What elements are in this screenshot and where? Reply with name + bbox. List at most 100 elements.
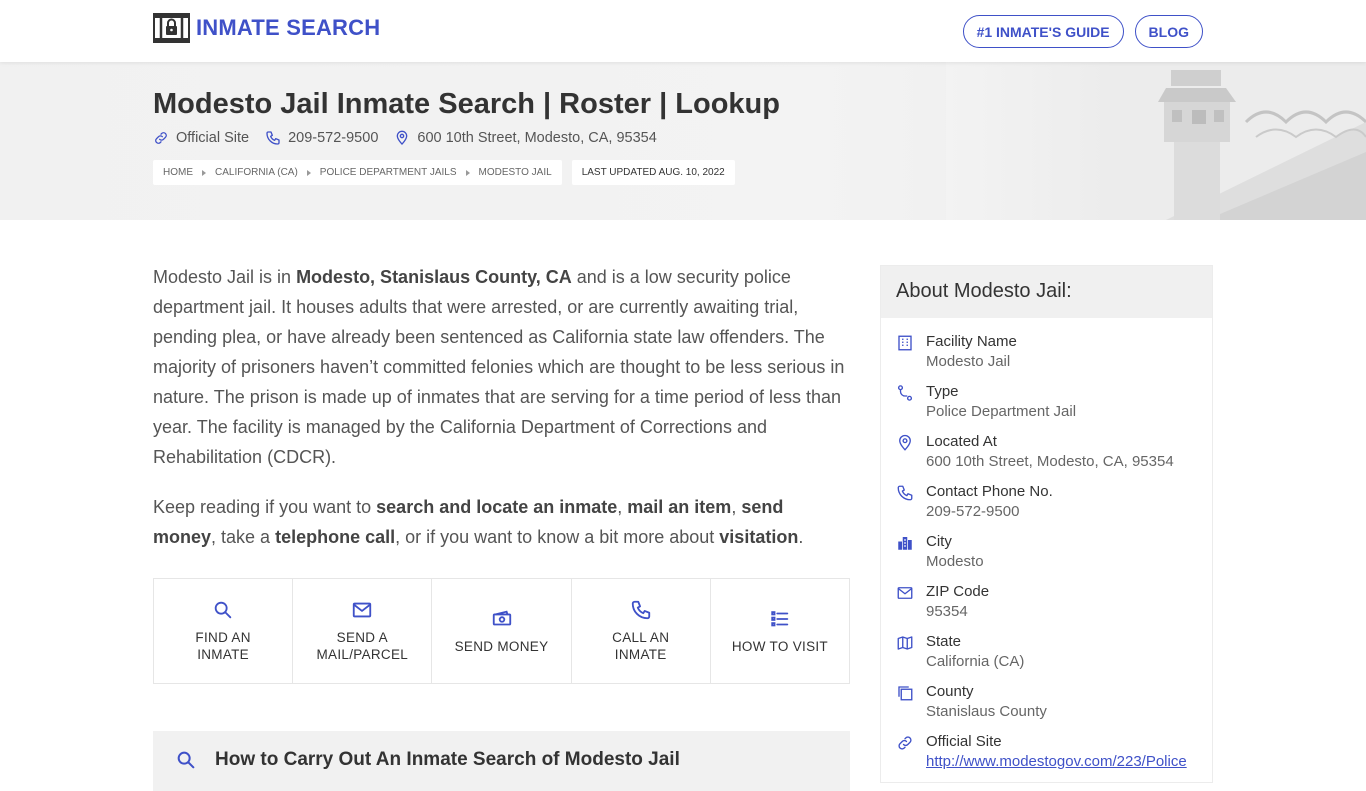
phone-icon [897, 485, 913, 501]
blog-button[interactable]: BLOG [1134, 15, 1203, 48]
main-content: Modesto Jail is in Modesto, Stanislaus C… [153, 262, 850, 791]
money-icon [492, 610, 511, 625]
route-icon [897, 385, 913, 401]
brand-name: INMATE SEARCH [196, 15, 381, 40]
list-icon [771, 610, 789, 626]
about-heading: About Modesto Jail: [881, 266, 1212, 318]
map-icon [897, 636, 913, 650]
facility-meta: Official Site 209-572-9500 600 10th Stre… [153, 130, 673, 146]
action-label: SEND MONEY [454, 638, 549, 654]
copy-icon [898, 686, 913, 701]
detail-value: California (CA) [926, 653, 1025, 670]
building-icon [898, 335, 912, 351]
detail-label: Contact Phone No. [926, 483, 1053, 500]
find-inmate-button[interactable]: FIND AN INMATE [154, 579, 294, 683]
keep-reading-text: . [798, 527, 804, 547]
detail-label: County [926, 683, 974, 700]
official-site-link[interactable]: Official Site [153, 130, 249, 146]
keep-reading-text: , take a [211, 527, 276, 547]
hero-banner: Modesto Jail Inmate Search | Roster | Lo… [0, 62, 1366, 220]
mail-icon [353, 602, 372, 618]
detail-row-phone: Contact Phone No. 209-572-9500 [896, 482, 1197, 532]
jail-lock-icon [153, 13, 190, 43]
action-label: INMATE [614, 647, 667, 662]
action-label: HOW TO VISIT [731, 638, 828, 654]
telephone-call-link[interactable]: telephone call [275, 527, 395, 547]
breadcrumb-separator-icon [465, 169, 470, 176]
phone-text: 209-572-9500 [288, 130, 379, 146]
action-label: SEND A [336, 630, 388, 645]
how-to-search-section-header[interactable]: How to Carry Out An Inmate Search of Mod… [153, 731, 850, 791]
intro-text: Modesto Jail is in [153, 267, 297, 287]
breadcrumb-separator-icon [306, 169, 311, 176]
breadcrumb-modesto-jail[interactable]: MODESTO JAIL [479, 167, 552, 178]
breadcrumb-california[interactable]: CALIFORNIA (CA) [215, 167, 298, 178]
inmates-guide-button[interactable]: #1 INMATE'S GUIDE [962, 15, 1124, 48]
top-navbar: INMATE SEARCH #1 INMATE'S GUIDE BLOG [0, 0, 1366, 62]
envelope-icon [897, 587, 913, 599]
prison-tower-image [946, 62, 1366, 220]
detail-row-zip: ZIP Code 95354 [896, 582, 1197, 632]
keep-reading-paragraph: Keep reading if you want to search and l… [153, 492, 850, 552]
intro-paragraph: Modesto Jail is in Modesto, Stanislaus C… [153, 262, 850, 472]
detail-row-city: City Modesto [896, 532, 1197, 582]
detail-value: Police Department Jail [926, 403, 1077, 420]
separator-text: , [731, 497, 742, 517]
visitation-link[interactable]: visitation [719, 527, 798, 547]
facility-details-list: Facility Name Modesto Jail Type Police Dep… [881, 318, 1212, 782]
detail-value: Modesto [926, 553, 984, 570]
intro-location: Modesto, Stanislaus County, CA [296, 267, 572, 287]
mail-item-link[interactable]: mail an item [627, 497, 731, 517]
detail-label: Type [926, 383, 959, 400]
detail-row-state: State California (CA) [896, 632, 1197, 682]
detail-value: Stanislaus County [926, 703, 1047, 720]
address-text: 600 10th Street, Modesto, CA, 95354 [417, 130, 657, 146]
detail-row-located-at: Located At 600 10th Street, Modesto, CA, … [896, 432, 1197, 482]
detail-label: State [926, 633, 962, 650]
how-to-visit-button[interactable]: HOW TO VISIT [711, 579, 849, 683]
action-label: MAIL/PARCEL [316, 647, 409, 662]
keep-reading-text: , or if you want to know a bit more abou… [395, 527, 720, 547]
search-icon [214, 601, 232, 619]
link-icon [155, 132, 167, 144]
detail-value: 600 10th Street, Modesto, CA, 95354 [926, 453, 1174, 470]
detail-value: 209-572-9500 [926, 503, 1020, 520]
official-site-text: Official Site [176, 130, 250, 146]
send-money-button[interactable]: SEND MONEY [432, 579, 572, 683]
last-updated-badge: LAST UPDATED AUG. 10, 2022 [571, 160, 735, 185]
action-label: INMATE [197, 647, 249, 662]
about-facility-card: About Modesto Jail: Facility Name Modesto… [880, 265, 1213, 783]
action-label: CALL AN [612, 630, 670, 645]
separator-text: , [617, 497, 628, 517]
quick-actions: FIND AN INMATE SEND A MAIL/PARCEL SEND M… [153, 578, 850, 684]
detail-row-county: County Stanislaus County [896, 682, 1197, 732]
intro-text: and is a low security police department … [153, 267, 845, 467]
search-inmate-link[interactable]: search and locate an inmate [376, 497, 617, 517]
detail-label: Located At [926, 433, 997, 450]
detail-row-facility-name: Facility Name Modesto Jail [896, 332, 1197, 382]
action-label: FIND AN [195, 630, 251, 645]
link-icon [898, 736, 912, 750]
detail-label: Official Site [926, 733, 1002, 750]
phone-link[interactable]: 209-572-9500 [265, 130, 378, 146]
breadcrumb-home[interactable]: HOME [163, 167, 193, 178]
page-title: Modesto Jail Inmate Search | Roster | Lo… [153, 88, 780, 120]
official-site-url-link[interactable]: http://www.modestogov.com/223/Police [926, 752, 1196, 772]
detail-value: 95354 [926, 603, 968, 620]
phone-icon [266, 131, 280, 145]
detail-label: ZIP Code [926, 583, 990, 600]
detail-row-type: Type Police Department Jail [896, 382, 1197, 432]
detail-value: Modesto Jail [926, 353, 1011, 370]
map-pin-icon [397, 130, 408, 145]
brand-logo-link[interactable]: INMATE SEARCH [153, 13, 380, 43]
send-mail-button[interactable]: SEND A MAIL/PARCEL [293, 579, 433, 683]
breadcrumb-police-department-jails[interactable]: POLICE DEPARTMENT JAILS [320, 167, 457, 178]
header-nav: #1 INMATE'S GUIDE BLOG [962, 15, 1203, 48]
breadcrumb: HOME CALIFORNIA (CA) POLICE DEPARTMENT J… [153, 160, 735, 185]
call-inmate-button[interactable]: CALL AN INMATE [572, 579, 711, 683]
detail-row-official-site: Official Site http://www.modestogov.com/2… [896, 732, 1197, 782]
phone-icon [631, 600, 650, 620]
address-link[interactable]: 600 10th Street, Modesto, CA, 95354 [394, 130, 657, 146]
detail-label: Facility Name [926, 333, 1017, 350]
detail-label: City [926, 533, 952, 550]
